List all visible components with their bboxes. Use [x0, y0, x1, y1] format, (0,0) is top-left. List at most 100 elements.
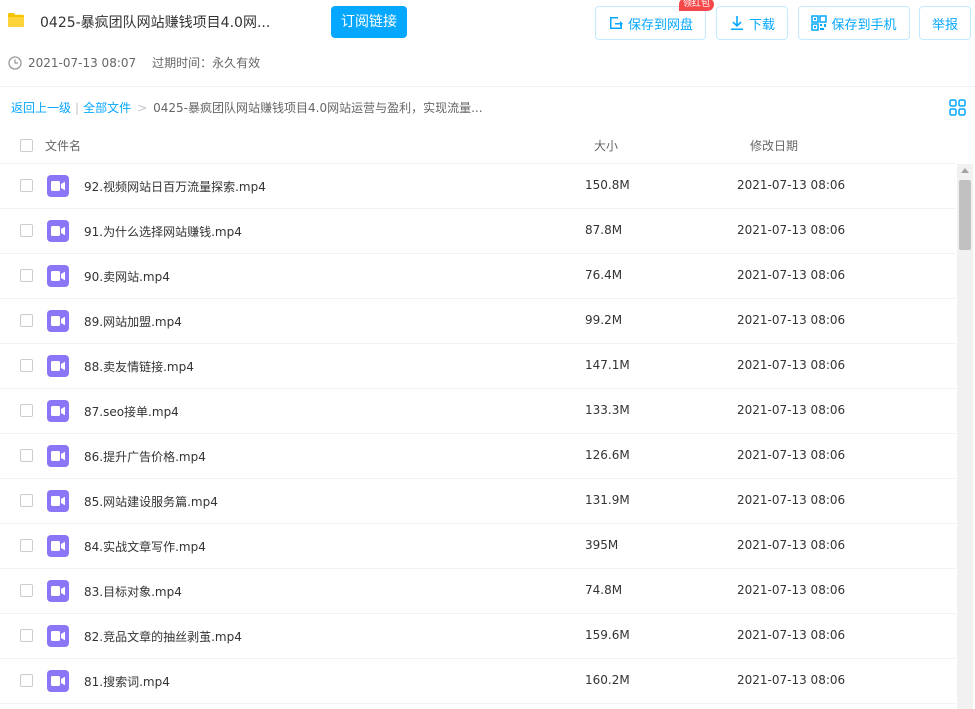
column-header-name[interactable]: 文件名	[45, 137, 81, 154]
file-size: 159.6M	[585, 628, 630, 642]
file-row[interactable]: 91.为什么选择网站赚钱.mp4 87.8M 2021-07-13 08:06	[0, 209, 956, 254]
scrollbar-thumb[interactable]	[959, 180, 971, 250]
row-checkbox[interactable]	[20, 269, 33, 282]
file-name[interactable]: 85.网站建设服务篇.mp4	[84, 493, 218, 510]
download-label: 下载	[748, 17, 775, 33]
row-checkbox[interactable]	[20, 314, 33, 327]
row-checkbox[interactable]	[20, 179, 33, 192]
save-to-disk-label: 保存到网盘	[627, 17, 693, 33]
file-list-header: 文件名 大小 修改日期	[0, 126, 956, 164]
file-size: 147.1M	[585, 358, 630, 372]
redpack-badge[interactable]: 领红包	[679, 0, 715, 11]
file-row[interactable]: 81.搜索词.mp4 160.2M 2021-07-13 08:06	[0, 659, 956, 704]
file-date: 2021-07-13 08:06	[737, 538, 846, 552]
file-date: 2021-07-13 08:06	[737, 178, 846, 192]
file-date: 2021-07-13 08:06	[737, 223, 846, 237]
video-file-icon	[47, 355, 69, 377]
file-row[interactable]: 82.竞品文章的抽丝剥茧.mp4 159.6M 2021-07-13 08:06	[0, 614, 956, 659]
file-row[interactable]: 92.视频网站日百万流量探索.mp4 150.8M 2021-07-13 08:…	[0, 164, 956, 209]
file-size: 150.8M	[585, 178, 630, 192]
row-checkbox[interactable]	[20, 494, 33, 507]
row-checkbox[interactable]	[20, 629, 33, 642]
row-checkbox[interactable]	[20, 674, 33, 687]
breadcrumb: 返回上一级 | 全部文件 > 0425-暴疯团队网站赚钱项目4.0网站运营与盈利…	[11, 99, 483, 116]
video-file-icon	[47, 580, 69, 602]
folder-icon	[8, 13, 24, 27]
row-checkbox[interactable]	[20, 584, 33, 597]
file-date: 2021-07-13 08:06	[737, 493, 846, 507]
share-time: 2021-07-13 08:07	[28, 55, 137, 70]
save-to-disk-button[interactable]: 保存到网盘	[595, 6, 706, 40]
grid-view-icon[interactable]	[949, 99, 966, 116]
file-date: 2021-07-13 08:06	[737, 673, 846, 687]
file-row[interactable]: 90.卖网站.mp4 76.4M 2021-07-13 08:06	[0, 254, 956, 299]
file-name[interactable]: 90.卖网站.mp4	[84, 268, 170, 285]
file-size: 74.8M	[585, 583, 623, 597]
file-date: 2021-07-13 08:06	[737, 358, 846, 372]
share-meta: 2021-07-13 08:07 过期时间：永久有效	[8, 54, 260, 71]
row-checkbox[interactable]	[20, 539, 33, 552]
video-file-icon	[47, 625, 69, 647]
file-date: 2021-07-13 08:06	[737, 268, 846, 282]
video-file-icon	[47, 310, 69, 332]
row-checkbox[interactable]	[20, 449, 33, 462]
file-name[interactable]: 82.竞品文章的抽丝剥茧.mp4	[84, 628, 242, 645]
video-file-icon	[47, 670, 69, 692]
video-file-icon	[47, 535, 69, 557]
file-name[interactable]: 81.搜索词.mp4	[84, 673, 170, 690]
row-checkbox[interactable]	[20, 404, 33, 417]
clock-icon	[8, 55, 22, 70]
save-to-phone-button[interactable]: 保存到手机	[798, 6, 910, 40]
breadcrumb-divider: |	[75, 100, 80, 115]
download-button[interactable]: 下载	[716, 6, 788, 40]
file-size: 87.8M	[585, 223, 623, 237]
row-checkbox[interactable]	[20, 359, 33, 372]
file-size: 76.4M	[585, 268, 623, 282]
video-file-icon	[47, 265, 69, 287]
file-name[interactable]: 91.为什么选择网站赚钱.mp4	[84, 223, 242, 240]
row-checkbox[interactable]	[20, 224, 33, 237]
share-header: 0425-暴疯团队网站赚钱项目4.0网... 订阅链接 保存到网盘 领红包 下载…	[0, 0, 975, 87]
file-name[interactable]: 86.提升广告价格.mp4	[84, 448, 206, 465]
file-size: 133.3M	[585, 403, 630, 417]
file-list-scrollbar[interactable]	[957, 164, 973, 709]
report-button[interactable]: 举报	[919, 6, 971, 40]
column-header-date[interactable]: 修改日期	[750, 137, 798, 154]
file-size: 395M	[585, 538, 619, 552]
scroll-up-arrow-icon[interactable]	[961, 168, 969, 173]
subscribe-button[interactable]: 订阅链接	[331, 6, 407, 38]
breadcrumb-back-link[interactable]: 返回上一级	[11, 99, 71, 116]
file-size: 160.2M	[585, 673, 630, 687]
file-name[interactable]: 92.视频网站日百万流量探索.mp4	[84, 178, 266, 195]
file-row[interactable]: 84.实战文章写作.mp4 395M 2021-07-13 08:06	[0, 524, 956, 569]
file-size: 126.6M	[585, 448, 630, 462]
file-name[interactable]: 87.seo接单.mp4	[84, 403, 179, 420]
file-row[interactable]: 86.提升广告价格.mp4 126.6M 2021-07-13 08:06	[0, 434, 956, 479]
file-row[interactable]: 89.网站加盟.mp4 99.2M 2021-07-13 08:06	[0, 299, 956, 344]
file-row[interactable]: 87.seo接单.mp4 133.3M 2021-07-13 08:06	[0, 389, 956, 434]
file-size: 99.2M	[585, 313, 623, 327]
file-date: 2021-07-13 08:06	[737, 313, 846, 327]
download-icon	[730, 16, 743, 30]
select-all-checkbox[interactable]	[20, 139, 33, 152]
file-list: 92.视频网站日百万流量探索.mp4 150.8M 2021-07-13 08:…	[0, 164, 956, 709]
column-header-size[interactable]: 大小	[594, 137, 618, 154]
qr-phone-icon	[811, 15, 828, 31]
file-date: 2021-07-13 08:06	[737, 583, 846, 597]
file-name[interactable]: 84.实战文章写作.mp4	[84, 538, 206, 555]
save-to-disk-icon	[609, 17, 623, 29]
file-name[interactable]: 88.卖友情链接.mp4	[84, 358, 194, 375]
file-date: 2021-07-13 08:06	[737, 403, 846, 417]
video-file-icon	[47, 400, 69, 422]
file-row[interactable]: 85.网站建设服务篇.mp4 131.9M 2021-07-13 08:06	[0, 479, 956, 524]
file-name[interactable]: 83.目标对象.mp4	[84, 583, 182, 600]
file-size: 131.9M	[585, 493, 630, 507]
file-name[interactable]: 89.网站加盟.mp4	[84, 313, 182, 330]
save-to-phone-label: 保存到手机	[831, 17, 897, 33]
expire-time: 过期时间：永久有效	[152, 56, 261, 70]
video-file-icon	[47, 490, 69, 512]
file-row[interactable]: 83.目标对象.mp4 74.8M 2021-07-13 08:06	[0, 569, 956, 614]
file-row[interactable]: 88.卖友情链接.mp4 147.1M 2021-07-13 08:06	[0, 344, 956, 389]
breadcrumb-separator: >	[137, 100, 148, 115]
breadcrumb-all-files-link[interactable]: 全部文件	[83, 99, 131, 116]
